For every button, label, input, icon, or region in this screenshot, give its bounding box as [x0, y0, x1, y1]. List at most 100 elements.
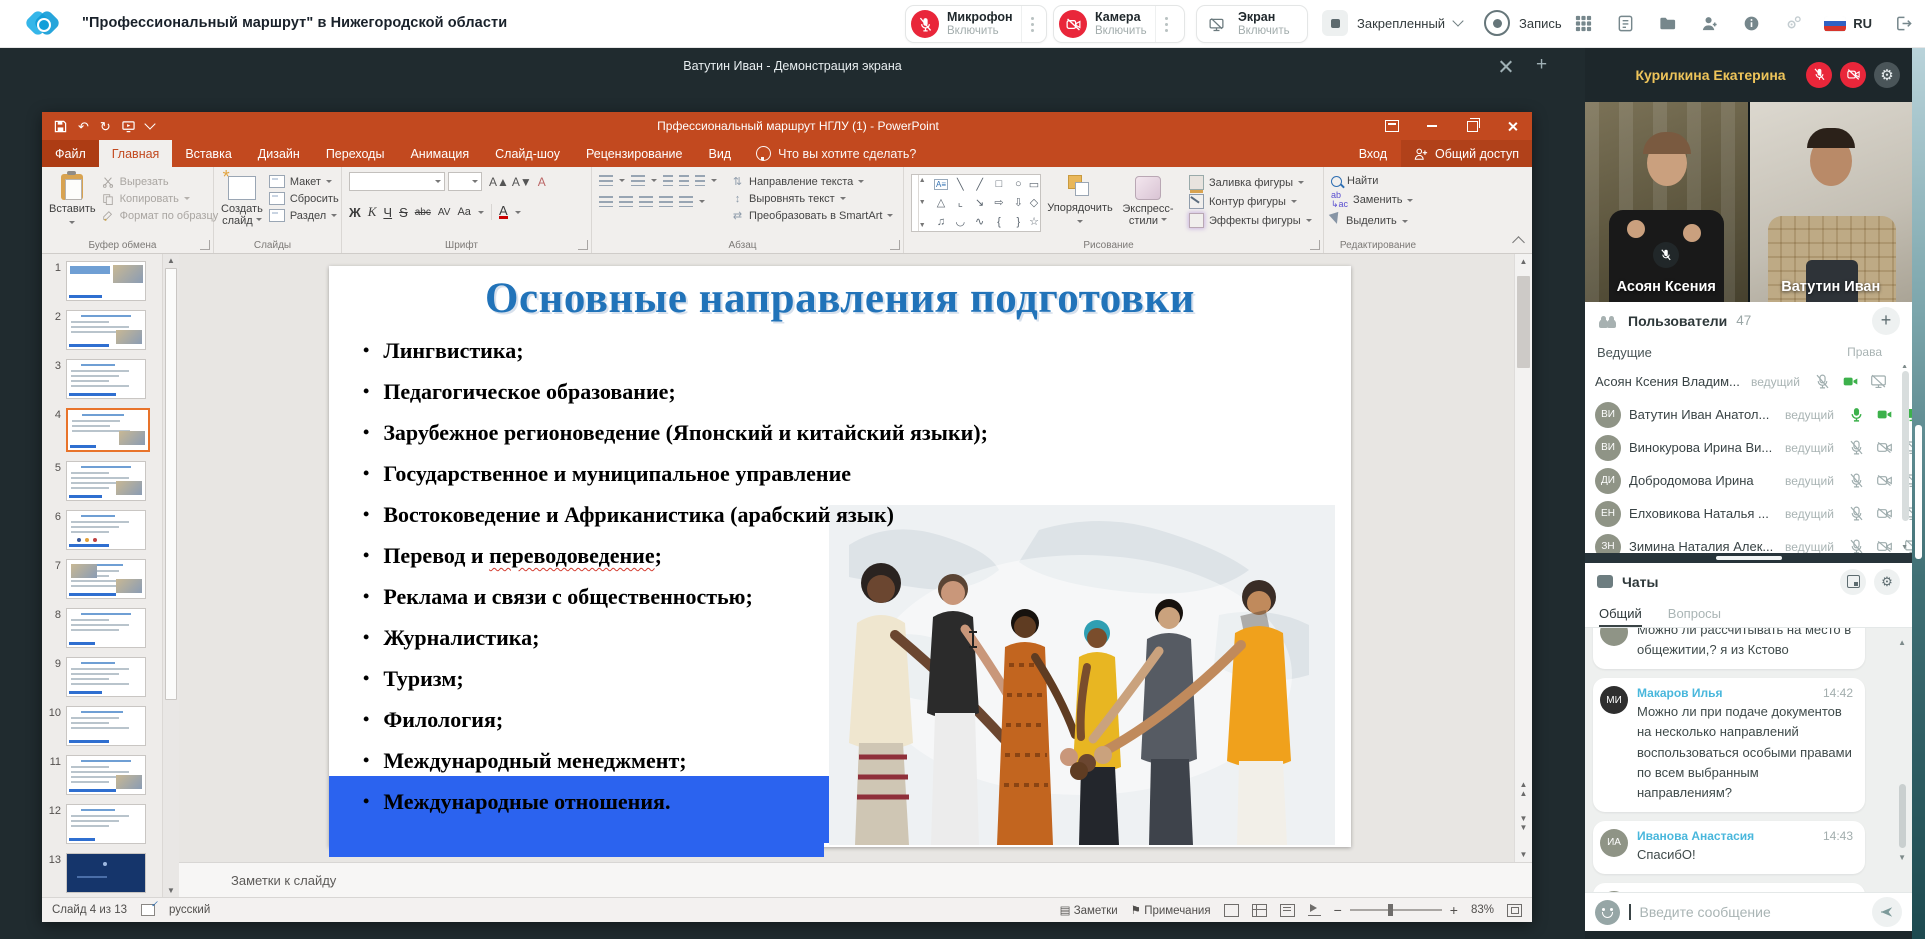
redo-icon[interactable]: ↻ [100, 120, 111, 133]
language-status[interactable]: русский [169, 904, 210, 916]
italic-button[interactable]: К [368, 204, 377, 220]
chat-scrollbar[interactable] [1899, 784, 1906, 848]
chat-settings-button[interactable]: ⚙ [1874, 569, 1900, 595]
notes-icon[interactable] [1614, 13, 1636, 35]
zoom-slider[interactable] [1388, 904, 1393, 916]
users-scrollbar[interactable] [1902, 371, 1909, 521]
underline-button[interactable]: Ч [383, 205, 392, 220]
slideshow-view-icon[interactable] [1308, 904, 1321, 916]
replace-button[interactable]: ab↳acЗаменить [1331, 191, 1413, 209]
close-share-icon[interactable] [1498, 59, 1513, 74]
slide-thumbnail-1[interactable]: 1 [42, 261, 162, 301]
tell-me-box[interactable]: Что вы хотите сделать? [744, 140, 928, 167]
spellcheck-icon[interactable] [141, 904, 155, 916]
slide[interactable]: Основные направления подготовки Лингвист… [329, 266, 1351, 847]
folder-icon[interactable] [1656, 13, 1678, 35]
next-slide-button[interactable]: ▼▼ [1515, 814, 1532, 832]
participant-row[interactable]: ДИДобродомова Иринаведущий [1585, 464, 1912, 497]
shrink-font-button[interactable]: А▼ [512, 175, 532, 189]
shape-effects-button[interactable]: Эффекты фигуры [1189, 213, 1312, 228]
format-painter-button[interactable]: Формат по образцу [102, 209, 219, 222]
shape-outline-button[interactable]: Контур фигуры [1189, 194, 1312, 209]
chat-tab-general[interactable]: Общий [1599, 600, 1642, 627]
minimize-icon[interactable] [1412, 112, 1452, 140]
line-spacing-icon[interactable] [695, 175, 705, 186]
slide-thumbnail-2[interactable]: 2 [42, 310, 162, 350]
dialog-launcher-icon[interactable] [200, 240, 210, 250]
strike-abc-button[interactable]: abc [415, 207, 431, 218]
start-slideshow-icon[interactable] [122, 120, 135, 133]
new-slide-button[interactable]: Создатьслайд [221, 172, 263, 237]
zoom-out-icon[interactable]: − [1334, 903, 1342, 917]
clear-format-button[interactable]: А [538, 175, 546, 189]
slide-sorter-icon[interactable] [1252, 904, 1267, 917]
arrange-button[interactable]: Упорядочить [1047, 172, 1113, 237]
scroll-up-icon[interactable]: ▲ [1898, 638, 1906, 647]
comments-toggle[interactable]: ⚑ Примечания [1131, 903, 1211, 917]
previous-slide-button[interactable]: ▲▲ [1515, 780, 1532, 798]
participant-row[interactable]: ВИВинокурова Ирина Ви...ведущий [1585, 431, 1912, 464]
ppt-tab-5[interactable]: Переходы [313, 140, 398, 167]
font-name-select[interactable] [349, 172, 445, 191]
increase-indent-icon[interactable] [679, 175, 689, 186]
justify-icon[interactable] [659, 196, 673, 207]
app-logo-icon[interactable] [28, 9, 58, 39]
record-button[interactable]: Запись [1484, 8, 1562, 38]
info-icon[interactable] [1740, 13, 1762, 35]
rights-label[interactable]: Права [1847, 345, 1882, 359]
strike-button[interactable]: S [399, 205, 408, 220]
normal-view-icon[interactable] [1224, 904, 1239, 917]
paste-button[interactable]: Вставить [49, 172, 96, 237]
find-button[interactable]: Найти [1331, 175, 1413, 187]
participant-row[interactable]: ВИВатутин Иван Анатол...ведущий [1585, 398, 1912, 431]
zoom-control[interactable]: − + [1334, 903, 1458, 917]
slide-thumbnail-4[interactable]: 4 [42, 408, 162, 452]
sign-in-button[interactable]: Вход [1345, 140, 1401, 167]
dialog-launcher-icon[interactable] [578, 240, 588, 250]
slide-thumbnail-8[interactable]: 8 [42, 608, 162, 648]
zoom-in-icon[interactable]: + [1450, 903, 1458, 917]
qat-customize-icon[interactable] [144, 118, 155, 129]
change-case-button[interactable]: Aa [457, 206, 470, 218]
shape-fill-button[interactable]: Заливка фигуры [1189, 175, 1312, 190]
ppt-tab-7[interactable]: Слайд-шоу [482, 140, 573, 167]
slide-thumbnail-7[interactable]: 7 [42, 559, 162, 599]
bullets-icon[interactable] [599, 175, 613, 186]
language-switcher[interactable]: RU [1824, 16, 1872, 32]
layout-mode-select[interactable]: Закрепленный [1322, 8, 1462, 38]
screen-share-button[interactable]: ЭкранВключить [1196, 5, 1308, 43]
share-document-button[interactable]: Общий доступ [1401, 140, 1532, 167]
text-direction-button[interactable]: ⇅Направление текста [731, 175, 893, 188]
grow-font-button[interactable]: А▲ [489, 175, 509, 189]
camera-button[interactable]: КамераВключить [1053, 5, 1185, 43]
font-size-select[interactable] [448, 172, 482, 191]
grid-view-icon[interactable] [1572, 13, 1594, 35]
select-button[interactable]: Выделить [1331, 213, 1413, 229]
camera-options-kebab[interactable] [1155, 6, 1178, 42]
thumbnails-scrollbar[interactable]: ▲ ▼ [162, 254, 179, 897]
shapes-gallery[interactable]: A≡ ╲╱□○▭ ▲▼▼ △⌞↘⇨⇩◇ ♫◡∿{}☆ [911, 174, 1041, 232]
ppt-tab-1[interactable]: Файл [42, 140, 99, 167]
panel-splitter[interactable] [1585, 553, 1912, 563]
quick-styles-button[interactable]: Экспресс-стили [1119, 172, 1177, 237]
message-input[interactable]: Введите сообщение [1640, 904, 1864, 920]
numbering-icon[interactable] [631, 175, 645, 186]
scroll-down-icon[interactable]: ▼ [1901, 544, 1908, 551]
microphone-options-kebab[interactable] [1021, 6, 1044, 42]
font-color-button[interactable]: А [499, 205, 508, 220]
exit-icon[interactable] [1892, 13, 1914, 35]
ppt-tab-6[interactable]: Анимация [397, 140, 482, 167]
add-share-icon[interactable]: + [1536, 55, 1547, 74]
dialog-launcher-icon[interactable] [1310, 240, 1320, 250]
layout-button[interactable]: Макет [269, 175, 339, 188]
page-scrollbar[interactable] [1915, 425, 1922, 559]
slide-thumbnail-3[interactable]: 3 [42, 359, 162, 399]
ppt-tab-3[interactable]: Вставка [172, 140, 244, 167]
reset-button[interactable]: Сбросить [269, 192, 339, 205]
collapse-ribbon-icon[interactable] [1512, 236, 1525, 249]
smartart-button[interactable]: ⇄Преобразовать в SmartArt [731, 209, 893, 222]
notes-pane[interactable]: Заметки к слайду [179, 862, 1532, 897]
align-center-icon[interactable] [619, 196, 633, 207]
speaker-settings-button[interactable]: ⚙ [1874, 62, 1900, 88]
slide-thumbnail-5[interactable]: 5 [42, 461, 162, 501]
